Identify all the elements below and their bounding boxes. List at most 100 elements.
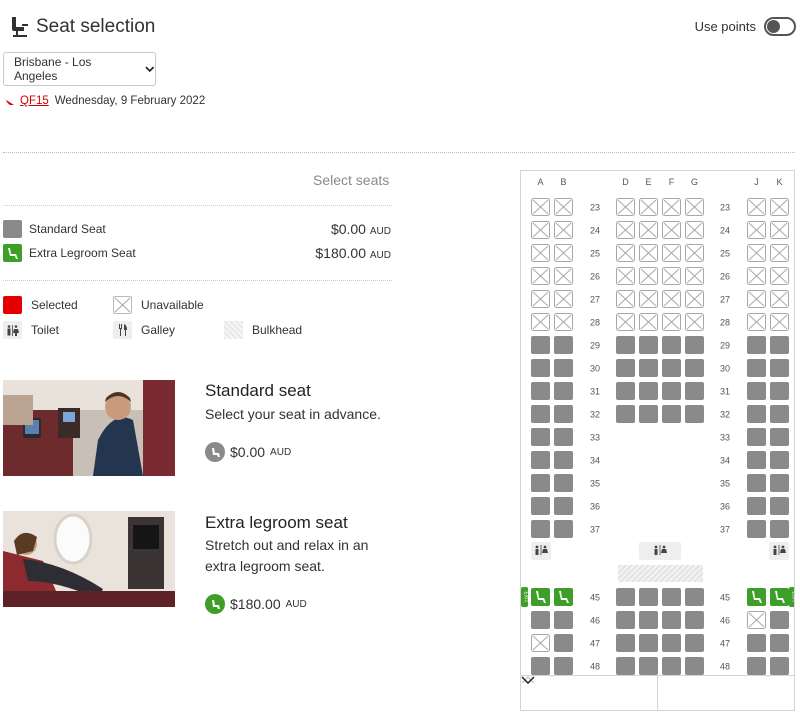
seat-34j[interactable] [747, 451, 766, 469]
seat-32g[interactable] [685, 405, 704, 423]
seat-34k[interactable] [770, 451, 789, 469]
seat-48a[interactable] [531, 657, 550, 675]
seat-37j[interactable] [747, 520, 766, 538]
seat-32k[interactable] [770, 405, 789, 423]
use-points-toggle[interactable] [764, 17, 796, 36]
seat-30g[interactable] [685, 359, 704, 377]
row-number-right: 26 [720, 272, 730, 282]
seat-47b[interactable] [554, 634, 573, 652]
seat-46f[interactable] [662, 611, 681, 629]
seat-46b[interactable] [554, 611, 573, 629]
seat-45b[interactable] [554, 588, 573, 606]
seat-33k[interactable] [770, 428, 789, 446]
seat-32b[interactable] [554, 405, 573, 423]
key-selected: Selected [3, 296, 78, 314]
scroll-up-button[interactable] [521, 676, 657, 710]
seat-31k[interactable] [770, 382, 789, 400]
seat-30j[interactable] [747, 359, 766, 377]
seat-48f[interactable] [662, 657, 681, 675]
seat-36j[interactable] [747, 497, 766, 515]
seat-37a[interactable] [531, 520, 550, 538]
seat-45a[interactable] [531, 588, 550, 606]
seat-31b[interactable] [554, 382, 573, 400]
seat-map: A B D E F G J K 23 23 24 24 25 25 26 26 27 27 28 28 29 29 30 30… [520, 170, 795, 711]
seat-30k[interactable] [770, 359, 789, 377]
seat-31f[interactable] [662, 382, 681, 400]
seat-33b[interactable] [554, 428, 573, 446]
seat-47k[interactable] [770, 634, 789, 652]
seat-32j[interactable] [747, 405, 766, 423]
seat-30e[interactable] [639, 359, 658, 377]
seat-29e[interactable] [639, 336, 658, 354]
flight-code-link[interactable]: QF15 [20, 95, 49, 107]
route-dropdown[interactable]: Brisbane - Los Angeles [3, 52, 156, 86]
seat-48b[interactable] [554, 657, 573, 675]
seat-32a[interactable] [531, 405, 550, 423]
seat-33a[interactable] [531, 428, 550, 446]
seat-32e[interactable] [639, 405, 658, 423]
seat-36k[interactable] [770, 497, 789, 515]
seat-31g[interactable] [685, 382, 704, 400]
seat-35j[interactable] [747, 474, 766, 492]
seat-33j[interactable] [747, 428, 766, 446]
seat-45j[interactable] [747, 588, 766, 606]
seat-31j[interactable] [747, 382, 766, 400]
seat-45e[interactable] [639, 588, 658, 606]
seat-30d[interactable] [616, 359, 635, 377]
seat-29f[interactable] [662, 336, 681, 354]
seat-32f[interactable] [662, 405, 681, 423]
seat-30f[interactable] [662, 359, 681, 377]
seat-45g[interactable] [685, 588, 704, 606]
seat-31a[interactable] [531, 382, 550, 400]
seat-48k[interactable] [770, 657, 789, 675]
seat-30a[interactable] [531, 359, 550, 377]
seat-46k[interactable] [770, 611, 789, 629]
row-number-right: 35 [720, 479, 730, 489]
seat-29a[interactable] [531, 336, 550, 354]
section-divider [3, 152, 795, 153]
seat-36a[interactable] [531, 497, 550, 515]
seat-47d[interactable] [616, 634, 635, 652]
seat-47f[interactable] [662, 634, 681, 652]
seat-47e[interactable] [639, 634, 658, 652]
seat-48e[interactable] [639, 657, 658, 675]
seat-29j[interactable] [747, 336, 766, 354]
seat-32d[interactable] [616, 405, 635, 423]
seat-29k[interactable] [770, 336, 789, 354]
seat-45d[interactable] [616, 588, 635, 606]
key-toilet: Toilet [3, 321, 59, 339]
seat-35b[interactable] [554, 474, 573, 492]
seat-31d[interactable] [616, 382, 635, 400]
seat-47g[interactable] [685, 634, 704, 652]
seat-36b[interactable] [554, 497, 573, 515]
scroll-down-button[interactable] [521, 676, 794, 710]
seat-45f[interactable] [662, 588, 681, 606]
seat-29d[interactable] [616, 336, 635, 354]
seat-37b[interactable] [554, 520, 573, 538]
seat-29b[interactable] [554, 336, 573, 354]
seat-46d[interactable] [616, 611, 635, 629]
seat-46a[interactable] [531, 611, 550, 629]
seat-35a[interactable] [531, 474, 550, 492]
seat-34b[interactable] [554, 451, 573, 469]
legend-standard-price: $0.00 AUD [331, 221, 391, 237]
seat-46g[interactable] [685, 611, 704, 629]
price-value: $180.00 [230, 596, 281, 612]
seat-29g[interactable] [685, 336, 704, 354]
seat-46e[interactable] [639, 611, 658, 629]
seat-48d[interactable] [616, 657, 635, 675]
seat-35k[interactable] [770, 474, 789, 492]
row-number-right: 36 [720, 502, 730, 512]
seat-37k[interactable] [770, 520, 789, 538]
seat-30b[interactable] [554, 359, 573, 377]
seat-34a[interactable] [531, 451, 550, 469]
seat-45k[interactable] [770, 588, 789, 606]
seat-31e[interactable] [639, 382, 658, 400]
galley-icon [113, 321, 132, 339]
row-number-left: 23 [590, 203, 600, 213]
seat-48j[interactable] [747, 657, 766, 675]
seat-map-footer [521, 675, 794, 710]
key-toilet-label: Toilet [31, 323, 60, 337]
seat-47j[interactable] [747, 634, 766, 652]
seat-48g[interactable] [685, 657, 704, 675]
